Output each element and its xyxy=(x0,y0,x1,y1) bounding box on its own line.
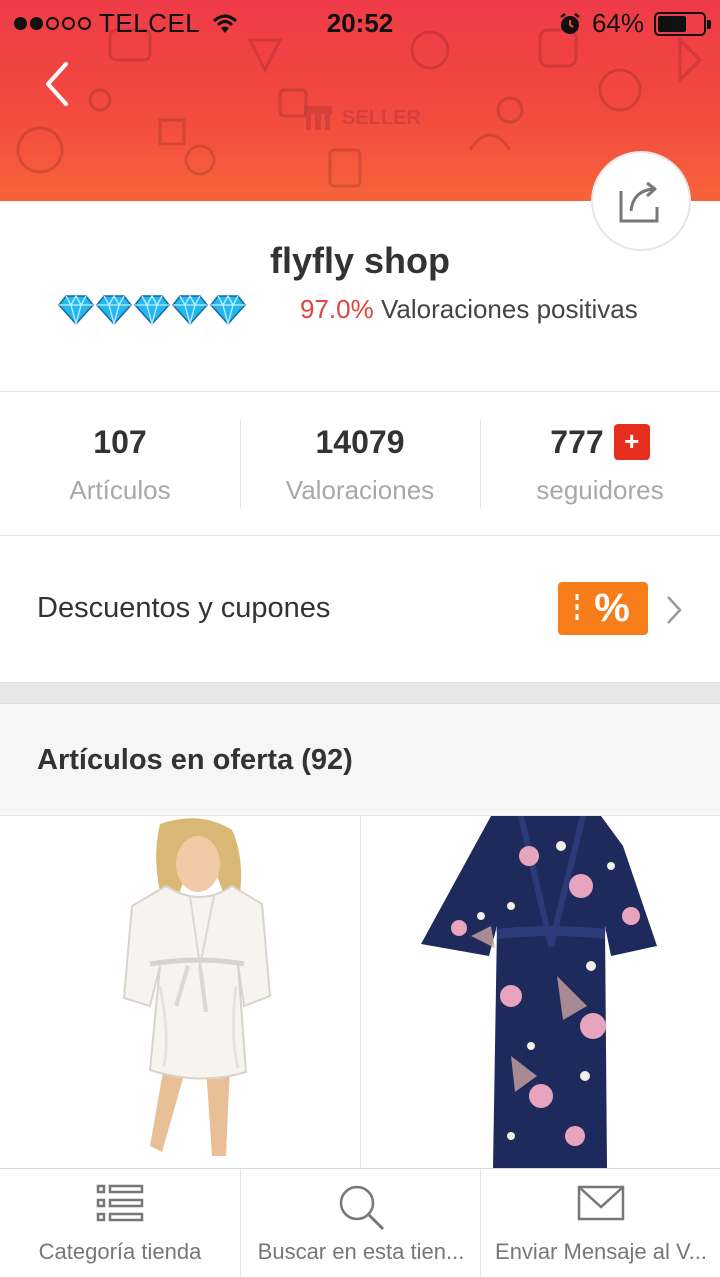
share-button[interactable] xyxy=(591,151,691,251)
stat-value: 14079 xyxy=(315,424,405,460)
alarm-icon xyxy=(560,12,580,34)
diamond-rating xyxy=(58,294,246,326)
diamond-icon xyxy=(58,294,94,326)
diamond-icon xyxy=(172,294,208,326)
stat-followers[interactable]: 777 + seguidores xyxy=(480,416,720,512)
divider xyxy=(0,391,720,392)
offers-header[interactable]: Artículos en oferta (92) xyxy=(0,704,720,816)
section-separator xyxy=(0,682,720,704)
coupon-tag: % xyxy=(558,582,648,635)
tab-search-store[interactable]: Buscar en esta tien... xyxy=(240,1169,480,1277)
offers-title: Artículos en oferta (92) xyxy=(37,744,353,776)
store-icon xyxy=(304,106,332,130)
seller-badge: SELLER xyxy=(302,104,421,132)
stat-items[interactable]: 107 Artículos xyxy=(0,416,240,512)
stat-ratings[interactable]: 14079 Valoraciones xyxy=(240,416,480,512)
rating-row: 97.0% Valoraciones positivas xyxy=(58,290,678,330)
product-card[interactable] xyxy=(0,816,360,1168)
bottom-toolbar: Categoría tienda Buscar en esta tien... … xyxy=(0,1168,720,1277)
positive-rating: 97.0% Valoraciones positivas xyxy=(300,294,638,325)
tab-store-category[interactable]: Categoría tienda xyxy=(0,1169,240,1277)
product-card[interactable] xyxy=(360,816,720,1168)
product-grid xyxy=(0,816,720,1168)
list-icon xyxy=(96,1184,144,1222)
battery-percent: 64% xyxy=(591,8,644,38)
coupons-label: Descuentos y cupones xyxy=(37,592,331,624)
diamond-icon xyxy=(134,294,170,326)
mail-icon xyxy=(577,1185,625,1221)
tab-label: Categoría tienda xyxy=(38,1239,202,1264)
follow-button[interactable]: + xyxy=(613,424,650,460)
divider xyxy=(0,535,720,536)
coupon-tag-text: % xyxy=(594,586,630,630)
stat-value: 777 xyxy=(550,424,604,460)
positive-percent: 97.0% xyxy=(300,294,374,324)
share-icon xyxy=(619,181,659,223)
shop-stats: 107 Artículos 14079 Valoraciones 777 + se… xyxy=(0,416,720,512)
seller-label: SELLER xyxy=(342,106,421,129)
product-image-white-robe xyxy=(122,818,272,1156)
stat-value: 107 xyxy=(93,424,147,460)
back-icon[interactable] xyxy=(38,58,78,110)
diamond-icon xyxy=(210,294,246,326)
product-image-floral-robe xyxy=(421,816,657,1168)
stat-label: seguidores xyxy=(536,475,664,505)
tab-label: Buscar en esta tien... xyxy=(257,1239,465,1264)
shop-name: flyfly shop xyxy=(269,240,451,281)
battery-fill xyxy=(658,15,687,32)
tab-label: Enviar Mensaje al V... xyxy=(495,1239,707,1264)
stat-label: Artículos xyxy=(69,475,171,505)
diamond-icon xyxy=(96,294,132,326)
status-right: 64% xyxy=(558,8,711,39)
tab-message-seller[interactable]: Enviar Mensaje al V... xyxy=(480,1169,720,1277)
stat-label: Valoraciones xyxy=(285,475,435,505)
status-bar: TELCEL 20:52 64% xyxy=(0,0,720,46)
chevron-right-icon xyxy=(667,596,682,624)
search-icon xyxy=(339,1185,385,1231)
positive-label: Valoraciones positivas xyxy=(380,294,638,324)
battery-icon xyxy=(654,11,711,36)
